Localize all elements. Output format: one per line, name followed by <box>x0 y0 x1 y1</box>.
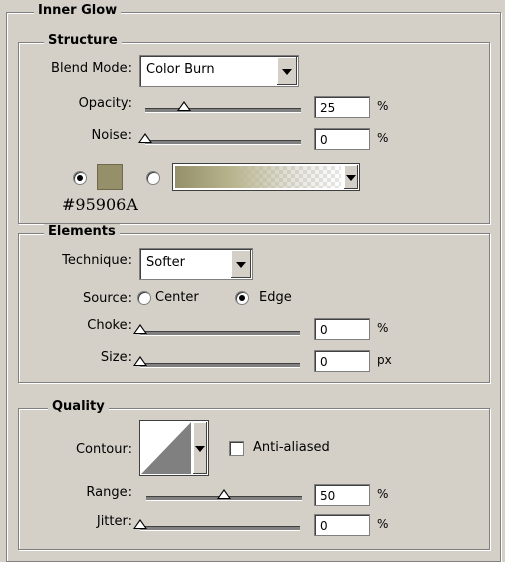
gradient-picker[interactable] <box>172 163 360 191</box>
noise-slider-thumb[interactable] <box>138 133 152 143</box>
chevron-down-icon[interactable] <box>343 165 358 189</box>
source-label: Source: <box>82 291 132 306</box>
color-swatch[interactable] <box>97 164 123 190</box>
blend-mode-value: Color Burn <box>146 62 215 77</box>
contour-label: Contour: <box>75 442 132 457</box>
source-edge-label[interactable]: Edge <box>259 290 292 305</box>
technique-select[interactable]: Softer <box>139 248 253 280</box>
jitter-input[interactable]: 0 <box>314 514 370 536</box>
chevron-down-icon[interactable] <box>230 250 251 278</box>
structure-title: Structure <box>44 33 122 48</box>
blend-mode-label: Blend Mode: <box>51 61 132 76</box>
jitter-slider[interactable] <box>133 519 300 531</box>
jitter-unit: % <box>377 517 389 531</box>
choke-unit: % <box>377 321 389 335</box>
choke-slider[interactable] <box>133 324 300 336</box>
range-input[interactable]: 50 <box>314 484 370 506</box>
contour-picker[interactable] <box>139 420 209 476</box>
size-slider[interactable] <box>133 356 300 368</box>
size-slider-thumb[interactable] <box>133 356 147 366</box>
opacity-slider-thumb[interactable] <box>177 101 191 111</box>
anti-aliased-checkbox[interactable] <box>229 441 244 456</box>
noise-unit: % <box>377 131 389 145</box>
choke-input[interactable]: 0 <box>314 318 370 340</box>
blend-mode-select[interactable]: Color Burn <box>139 55 299 87</box>
technique-value: Softer <box>146 255 185 270</box>
source-edge-radio[interactable] <box>235 291 249 305</box>
opacity-label: Opacity: <box>78 96 132 111</box>
size-unit: px <box>377 353 392 367</box>
noise-input[interactable]: 0 <box>314 128 370 150</box>
inner-glow-title: Inner Glow <box>34 3 122 18</box>
contour-curve-icon <box>141 422 191 474</box>
elements-title: Elements <box>44 224 120 239</box>
range-label: Range: <box>86 485 132 500</box>
chevron-down-icon[interactable] <box>192 422 207 474</box>
technique-label: Technique: <box>62 253 132 268</box>
jitter-slider-thumb[interactable] <box>133 519 147 529</box>
source-center-label[interactable]: Center <box>155 290 199 305</box>
opacity-unit: % <box>377 99 389 113</box>
choke-label: Choke: <box>87 318 132 333</box>
range-slider[interactable] <box>146 489 302 501</box>
color-hex-caption: #95906A <box>62 195 138 214</box>
source-center-radio[interactable] <box>137 291 151 305</box>
opacity-input[interactable]: 25 <box>314 96 370 118</box>
solid-color-radio[interactable] <box>73 171 87 185</box>
range-unit: % <box>377 487 389 501</box>
noise-slider[interactable] <box>138 133 301 145</box>
choke-slider-thumb[interactable] <box>133 324 147 334</box>
chevron-down-icon[interactable] <box>276 57 297 85</box>
anti-aliased-label[interactable]: Anti-aliased <box>253 440 330 455</box>
quality-title: Quality <box>48 399 109 414</box>
jitter-label: Jitter: <box>96 514 132 529</box>
range-slider-thumb[interactable] <box>217 489 231 499</box>
opacity-slider[interactable] <box>145 101 301 113</box>
size-input[interactable]: 0 <box>314 350 370 372</box>
size-label: Size: <box>100 350 132 365</box>
gradient-preview <box>175 166 341 188</box>
gradient-radio[interactable] <box>146 171 160 185</box>
noise-label: Noise: <box>91 128 132 143</box>
